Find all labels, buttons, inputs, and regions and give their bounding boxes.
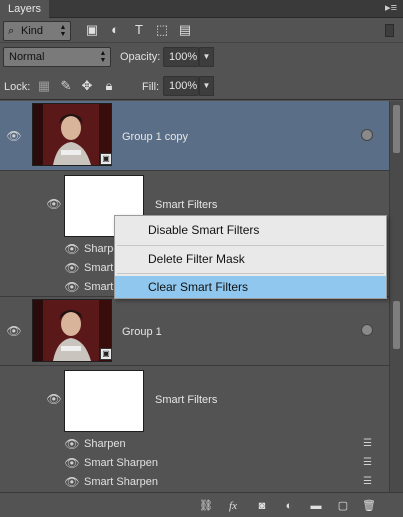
filter-options-icon[interactable] xyxy=(361,129,373,141)
fill-label: Fill: xyxy=(142,81,160,93)
opacity-field[interactable]: 100% xyxy=(163,47,199,67)
type-filter-icon[interactable]: T xyxy=(131,22,147,38)
visibility-eye-icon[interactable]: 👁︎ xyxy=(64,476,80,488)
menu-separator xyxy=(117,273,384,274)
filter-row: ⌕ Kind ▲ ▼ ▣ ◐ T ⬚ ▤ xyxy=(0,18,403,43)
filter-kind-select[interactable]: ⌕ Kind ▲ ▼ xyxy=(3,21,71,41)
menu-separator xyxy=(117,245,384,246)
layer-name[interactable]: Group 1 copy xyxy=(122,130,188,144)
visibility-eye-icon[interactable]: 👁︎ xyxy=(64,281,80,293)
filter-options-icon[interactable] xyxy=(361,324,373,336)
filter-row[interactable]: 👁︎ Sharpen ☰ xyxy=(0,435,389,454)
filter-name: Sharpen xyxy=(84,438,126,450)
delete-layer-icon[interactable]: 🗑︎ xyxy=(362,499,376,513)
pixel-filter-icon[interactable]: ▣ xyxy=(84,22,100,38)
add-mask-icon[interactable]: ◙ xyxy=(255,499,269,513)
filter-mask-thumbnail[interactable] xyxy=(64,370,144,432)
adjustment-filter-icon[interactable]: ◐ xyxy=(107,22,123,38)
filter-row[interactable]: 👁︎ Smart Sharpen ☰ xyxy=(0,473,389,492)
opacity-label: Opacity: xyxy=(120,51,161,63)
visibility-eye-icon[interactable]: 👁︎ xyxy=(64,243,80,255)
filter-kind-value: Kind xyxy=(21,25,44,37)
menu-item-disable-smart-filters[interactable]: Disable Smart Filters xyxy=(115,219,386,241)
menu-item-delete-filter-mask[interactable]: Delete Filter Mask xyxy=(115,248,386,270)
blend-mode-select[interactable]: Normal ▲ ▼ xyxy=(3,47,111,67)
shape-filter-icon[interactable]: ⬚ xyxy=(154,22,170,38)
layer-row[interactable]: 👁︎ ▣ Group 1 copy xyxy=(0,101,389,171)
filter-toggle[interactable] xyxy=(385,24,394,37)
layers-scrollbar[interactable] xyxy=(389,101,403,492)
fill-dropdown-icon[interactable]: ▼ xyxy=(199,76,214,96)
menu-item-clear-smart-filters[interactable]: Clear Smart Filters xyxy=(115,276,386,298)
filter-name: Smart Sharpen xyxy=(84,476,158,488)
layer-name[interactable]: Group 1 xyxy=(122,325,162,339)
new-layer-icon[interactable]: ▢ xyxy=(336,499,350,513)
smart-object-filter-icon[interactable]: ▤ xyxy=(177,22,193,38)
smart-object-badge-icon: ▣ xyxy=(100,348,112,360)
filter-blending-options-icon[interactable]: ☰ xyxy=(363,477,375,487)
adjustment-layer-icon[interactable]: ◐ xyxy=(282,499,296,513)
layers-bottom-bar: ⛓︎ fx ◙ ◐ ▬ ▢ 🗑︎ xyxy=(0,492,403,517)
search-icon: ⌕ xyxy=(8,25,15,37)
lock-label: Lock: xyxy=(4,81,31,93)
visibility-eye-icon[interactable]: 👁︎ xyxy=(6,325,22,337)
visibility-eye-icon[interactable]: 👁︎ xyxy=(6,130,22,142)
panel-menu-icon[interactable]: ▸≡ xyxy=(385,2,397,14)
panel-tab-bar: Layers ▸≡ xyxy=(0,0,403,18)
filter-blending-options-icon[interactable]: ☰ xyxy=(363,458,375,468)
lock-row: Lock: ▦ ✎ ✥ 🔒︎ Fill: 100% ▼ xyxy=(0,72,403,100)
visibility-eye-icon[interactable]: 👁︎ xyxy=(64,262,80,274)
filter-blending-options-icon[interactable]: ☰ xyxy=(363,439,375,449)
opacity-dropdown-icon[interactable]: ▼ xyxy=(199,47,214,67)
scrollbar-thumb[interactable] xyxy=(393,301,400,349)
lock-all-icon[interactable]: 🔒︎ xyxy=(101,78,117,94)
visibility-eye-icon[interactable]: 👁︎ xyxy=(46,393,62,405)
filter-row[interactable]: 👁︎ Smart Sharpen ☰ xyxy=(0,454,389,473)
blend-row: Normal ▲ ▼ Opacity: 100% ▼ xyxy=(0,43,403,72)
link-layers-icon[interactable]: ⛓︎ xyxy=(199,499,213,513)
filter-name: Smart Sharpen xyxy=(84,457,158,469)
visibility-eye-icon[interactable]: 👁︎ xyxy=(64,457,80,469)
tab-layers[interactable]: Layers xyxy=(0,0,50,18)
lock-position-icon[interactable]: ✥ xyxy=(79,78,95,94)
select-arrows-icon: ▲ ▼ xyxy=(99,50,107,64)
visibility-eye-icon[interactable]: 👁︎ xyxy=(64,438,80,450)
smart-filter-mask-row[interactable]: 👁︎ Smart Filters xyxy=(0,366,389,435)
smart-filters-label: Smart Filters xyxy=(155,394,218,406)
lock-pixels-icon[interactable]: ✎ xyxy=(58,78,74,94)
scrollbar-thumb[interactable] xyxy=(393,105,400,153)
smart-filters-label: Smart Filters xyxy=(155,199,218,211)
fill-field[interactable]: 100% xyxy=(163,76,199,96)
new-group-icon[interactable]: ▬ xyxy=(309,499,323,513)
smart-object-badge-icon: ▣ xyxy=(100,153,112,165)
fx-icon[interactable]: fx xyxy=(226,499,240,513)
lock-transparency-icon[interactable]: ▦ xyxy=(36,78,52,94)
select-arrows-icon: ▲ ▼ xyxy=(59,24,67,38)
context-menu: Disable Smart Filters Delete Filter Mask… xyxy=(114,215,387,299)
layer-row[interactable]: 👁︎ ▣ Group 1 xyxy=(0,297,389,366)
visibility-eye-icon[interactable]: 👁︎ xyxy=(46,198,62,210)
blend-mode-value: Normal xyxy=(9,51,45,63)
